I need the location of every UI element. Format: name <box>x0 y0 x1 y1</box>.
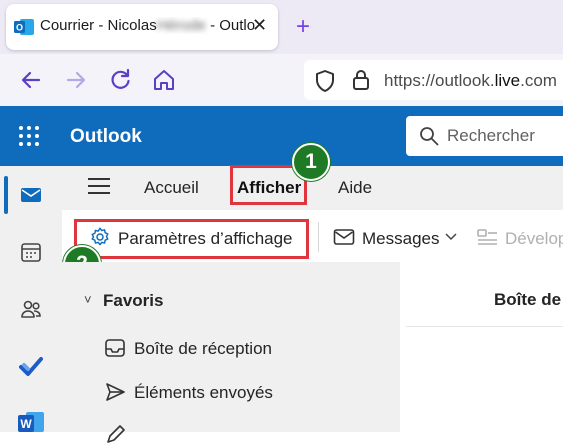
browser-tab-title: Courrier - NicolasHérode - Outlo <box>40 17 255 34</box>
mail-icon[interactable] <box>19 183 43 207</box>
url-domain: live <box>494 71 521 90</box>
envelope-icon <box>333 229 355 245</box>
search-input[interactable]: Rechercher <box>447 126 535 146</box>
message-list-divider <box>406 326 563 327</box>
tab-title-suffix: - Outlo <box>205 17 255 34</box>
step-badge-1: 1 <box>292 143 330 181</box>
rail-active-indicator <box>4 176 8 214</box>
favorites-chevron-icon[interactable]: ˅ <box>84 292 92 307</box>
outlook-favicon-icon: O <box>14 19 34 35</box>
favorites-header[interactable]: Favoris <box>103 291 163 311</box>
back-arrow-icon[interactable] <box>17 66 45 94</box>
inbox-icon <box>105 339 125 357</box>
toolbar-divider <box>318 222 319 252</box>
messages-dropdown[interactable]: Messages <box>362 229 439 249</box>
reload-icon[interactable] <box>106 66 134 94</box>
chevron-down-icon[interactable] <box>445 233 457 241</box>
home-icon[interactable] <box>150 66 178 94</box>
tab-title-prefix: Courrier - Nicolas <box>40 17 157 34</box>
url-rest: .com <box>520 71 557 90</box>
hamburger-menu-icon[interactable] <box>88 176 110 196</box>
tab-accueil[interactable]: Accueil <box>144 178 199 198</box>
app-launcher-icon[interactable] <box>19 126 39 146</box>
close-tab-icon[interactable]: ✕ <box>252 15 267 36</box>
lock-icon[interactable] <box>351 68 371 92</box>
drafts-icon <box>107 425 125 443</box>
developer-button[interactable]: Dévelop <box>505 229 563 249</box>
highlight-view-settings <box>74 219 309 259</box>
tab-title-redacted: Hérode <box>156 17 206 34</box>
outlook-brand[interactable]: Outlook <box>70 126 142 148</box>
folder-item-inbox[interactable]: Boîte de réception <box>134 339 272 359</box>
expand-panel-icon <box>477 229 497 245</box>
calendar-icon[interactable] <box>19 240 43 264</box>
svg-text:W: W <box>20 417 32 431</box>
url-scheme: https://outlook. <box>384 71 495 90</box>
search-icon <box>420 127 439 146</box>
message-list-title: Boîte de <box>494 290 562 309</box>
svg-text:O: O <box>16 23 23 33</box>
sent-icon <box>106 383 125 401</box>
shield-icon[interactable] <box>314 69 336 93</box>
url-text[interactable]: https://outlook.live.com <box>384 71 557 91</box>
folder-item-sent[interactable]: Éléments envoyés <box>134 383 273 403</box>
people-icon[interactable] <box>19 297 43 321</box>
word-icon[interactable]: W <box>18 410 46 432</box>
tab-aide[interactable]: Aide <box>338 178 372 198</box>
new-tab-button[interactable]: + <box>296 13 310 41</box>
forward-arrow-icon[interactable] <box>62 66 90 94</box>
todo-check-icon[interactable] <box>19 354 43 378</box>
